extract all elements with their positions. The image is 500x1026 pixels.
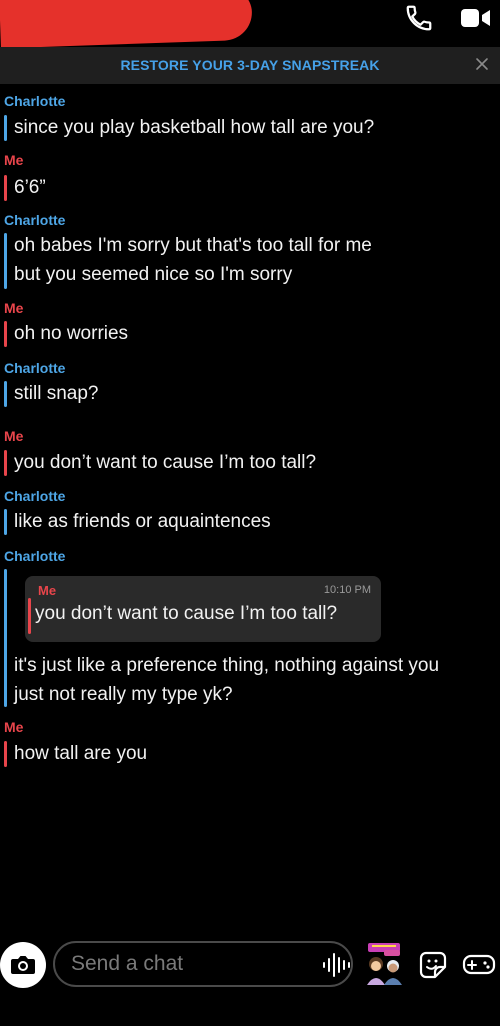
message-text: how tall are you (14, 743, 148, 764)
message-text: it's just like a preference thing, nothi… (14, 655, 440, 676)
message-text: but you seemed nice so I'm sorry (14, 264, 293, 285)
sender-name: Charlotte (4, 212, 66, 228)
message-text: oh babes I'm sorry but that's too tall f… (14, 235, 372, 256)
chat-header: ows (0, 0, 500, 49)
banner-text[interactable]: RESTORE YOUR 3-DAY SNAPSTREAK (0, 57, 500, 73)
sender-name: Charlotte (4, 488, 66, 504)
sender-name: Charlotte (4, 360, 66, 376)
sticker-icon[interactable] (418, 950, 448, 980)
redaction-scribble (0, 0, 253, 49)
voice-note-icon[interactable] (320, 950, 352, 980)
close-icon[interactable] (474, 56, 490, 72)
quoted-message[interactable]: Me 10:10 PM you don’t want to cause I’m … (25, 576, 381, 642)
message-text: oh no worries (14, 323, 129, 344)
sender-name: Charlotte (4, 548, 66, 564)
message-text: still snap? (14, 383, 99, 404)
quote-timestamp: 10:10 PM (323, 584, 371, 596)
phone-icon[interactable] (404, 3, 434, 33)
quote-sender-name: Me (38, 583, 57, 598)
message-text: since you play basketball how tall are y… (14, 117, 375, 138)
message-text: 6’6” (14, 177, 46, 198)
sender-name: Charlotte (4, 93, 66, 109)
bitmoji-icon[interactable] (362, 942, 406, 986)
video-camera-icon[interactable] (460, 6, 492, 30)
sender-name: Me (4, 152, 24, 168)
snapstreak-banner[interactable]: RESTORE YOUR 3-DAY SNAPSTREAK (0, 47, 500, 84)
quote-bar (28, 598, 31, 634)
quote-text: you don’t want to cause I’m too tall? (35, 603, 338, 624)
sender-name: Me (4, 428, 24, 444)
game-controller-icon[interactable] (462, 950, 496, 980)
sender-name: Me (4, 719, 24, 735)
sender-name: Me (4, 300, 24, 316)
message-text: like as friends or aquaintences (14, 511, 271, 532)
message-text: just not really my type yk? (14, 684, 233, 705)
camera-button[interactable] (0, 942, 46, 988)
camera-icon (11, 956, 35, 974)
message-text: you don’t want to cause I’m too tall? (14, 452, 317, 473)
chat-input[interactable] (53, 941, 353, 987)
